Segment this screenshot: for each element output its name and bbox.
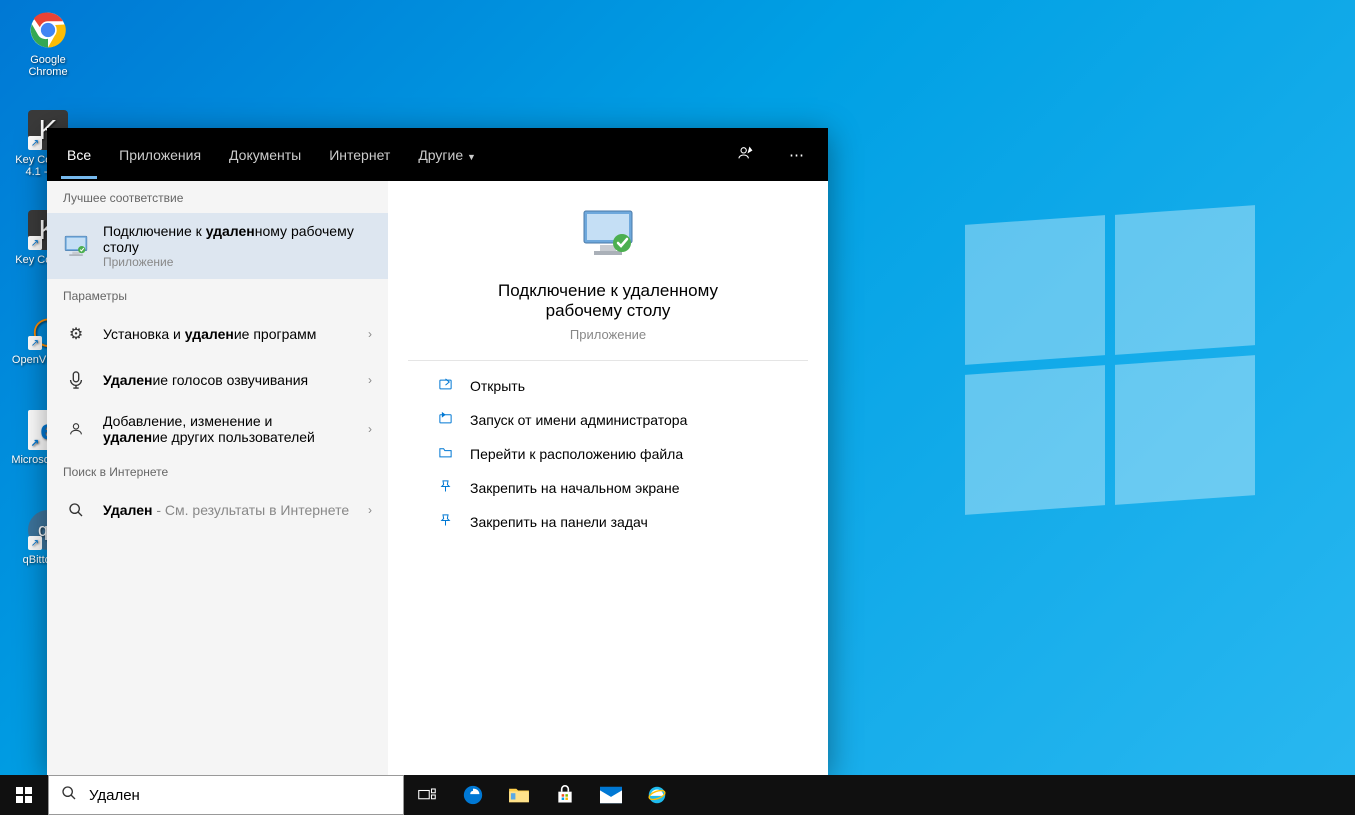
open-icon	[436, 377, 454, 395]
section-settings: Параметры	[47, 279, 388, 311]
wallpaper-windows-logo	[965, 220, 1265, 520]
start-button[interactable]	[0, 775, 48, 815]
results-left-column: Лучшее соответствие Подключение к удален…	[47, 181, 388, 775]
desktop-icon-label: Google Chrome	[10, 54, 86, 78]
preview-column: Подключение к удаленному рабочему столу …	[388, 181, 828, 775]
taskbar-explorer-icon[interactable]	[496, 775, 542, 815]
result-install-uninstall[interactable]: ⚙ Установка и удаление программ ›	[47, 311, 388, 357]
taskbar-mail-icon[interactable]	[588, 775, 634, 815]
taskbar-store-icon[interactable]	[542, 775, 588, 815]
search-input[interactable]	[89, 787, 391, 804]
admin-icon	[436, 411, 454, 429]
section-web: Поиск в Интернете	[47, 455, 388, 487]
chevron-right-icon: ›	[368, 422, 372, 436]
desktop-icon-chrome[interactable]: Google Chrome	[10, 10, 86, 78]
more-icon[interactable]: ⋯	[779, 146, 814, 164]
windows-logo-icon	[16, 787, 32, 803]
search-icon	[63, 497, 89, 523]
result-users-manage[interactable]: Добавление, изменение иудаление других п…	[47, 403, 388, 455]
chevron-right-icon: ›	[368, 503, 372, 517]
search-tabs-header: Все Приложения Документы Интернет Другие…	[47, 128, 828, 181]
preview-subtitle: Приложение	[408, 327, 808, 342]
section-best-match: Лучшее соответствие	[47, 181, 388, 213]
tab-all[interactable]: Все	[61, 131, 97, 179]
feedback-icon[interactable]	[727, 145, 763, 165]
taskbar-search-box[interactable]	[48, 775, 404, 815]
tab-internet[interactable]: Интернет	[323, 131, 396, 179]
user-icon	[63, 416, 89, 442]
action-pin-start[interactable]: Закрепить на начальном экране	[428, 471, 788, 505]
tab-docs[interactable]: Документы	[223, 131, 307, 179]
taskbar-ie-icon[interactable]	[634, 775, 680, 815]
folder-icon	[436, 445, 454, 463]
gear-icon: ⚙	[63, 321, 89, 347]
remote-desktop-icon	[63, 233, 89, 259]
action-open[interactable]: Открыть	[428, 369, 788, 403]
task-view-icon[interactable]	[404, 775, 450, 815]
microphone-icon	[63, 367, 89, 393]
tab-apps[interactable]: Приложения	[113, 131, 207, 179]
search-panel: Все Приложения Документы Интернет Другие…	[47, 128, 828, 775]
preview-title: Подключение к удаленному рабочему столу	[408, 281, 808, 321]
result-remote-desktop[interactable]: Подключение к удаленному рабочему столу …	[47, 213, 388, 279]
result-voice-delete[interactable]: Удаление голосов озвучивания ›	[47, 357, 388, 403]
chevron-right-icon: ›	[368, 327, 372, 341]
taskbar	[0, 775, 1355, 815]
action-pin-taskbar[interactable]: Закрепить на панели задач	[428, 505, 788, 539]
chevron-right-icon: ›	[368, 373, 372, 387]
result-web-search[interactable]: Удален - См. результаты в Интернете ›	[47, 487, 388, 533]
action-file-location[interactable]: Перейти к расположению файла	[428, 437, 788, 471]
pin-start-icon	[436, 479, 454, 497]
chevron-down-icon: ▼	[467, 152, 476, 162]
search-icon	[61, 785, 77, 805]
action-run-admin[interactable]: Запуск от имени администратора	[428, 403, 788, 437]
remote-desktop-large-icon	[578, 209, 638, 263]
tab-other[interactable]: Другие ▼	[412, 131, 482, 179]
pin-taskbar-icon	[436, 513, 454, 531]
taskbar-edge-icon[interactable]	[450, 775, 496, 815]
